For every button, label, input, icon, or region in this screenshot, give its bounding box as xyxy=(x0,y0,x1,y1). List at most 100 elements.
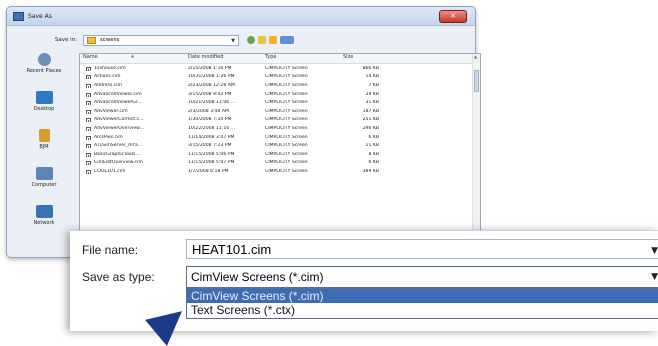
back-icon[interactable] xyxy=(247,36,255,44)
save-as-type-dropdown: CimView Screens (*.cim) Text Screens (*.… xyxy=(186,288,658,319)
column-date-modified[interactable]: Date modified xyxy=(185,54,262,63)
computer-icon xyxy=(35,167,53,180)
file-size: 296 KB xyxy=(362,125,379,131)
place-bjm[interactable]: BJM xyxy=(15,129,73,161)
file-name: Address.cim xyxy=(80,83,185,88)
file-row[interactable]: CimEditOverview.cim 11/15/2008 5:07 PM CIM… xyxy=(80,159,480,168)
file-date: 3/15/2008 7:23 PM xyxy=(188,143,232,149)
recent-places-icon xyxy=(37,53,51,66)
chevron-down-icon[interactable]: ▼ xyxy=(649,272,658,282)
file-name-text: 1sxhouse.cim xyxy=(94,65,126,71)
views-menu-icon[interactable] xyxy=(280,36,294,44)
file-row[interactable]: AdvancedViewerGr... 10/21/2008 11:06 ... C… xyxy=(80,98,480,107)
file-date: 11/15/2008 5:07 PM xyxy=(188,160,235,166)
file-type: CIMPLICITY Screen xyxy=(265,91,308,97)
up-folder-icon[interactable] xyxy=(258,36,266,44)
cim-file-icon xyxy=(86,66,91,71)
new-folder-icon[interactable] xyxy=(269,36,277,44)
file-type: CIMPLICITY Screen xyxy=(265,65,308,71)
file-row[interactable]: Address.cim 2/23/2008 12:28 AM CIMPLICITY … xyxy=(80,81,480,90)
file-type: CIMPLICITY Screen xyxy=(265,168,308,174)
places-bar: Recent Places Desktop BJM Computer Netwo… xyxy=(15,53,73,253)
file-row[interactable]: AdvViewerOverview... 10/22/2008 11:16 ...… xyxy=(80,124,480,133)
file-type: CIMPLICITY Screen xyxy=(265,151,308,157)
file-name-text: ArcsPies.cim xyxy=(94,134,123,140)
desktop-icon xyxy=(35,91,53,104)
file-list[interactable]: Name ▲ Date modified Type Size 1sxhouse.… xyxy=(79,53,481,259)
save-as-type-select[interactable]: CimView Screens (*.cim) xyxy=(186,266,658,288)
sort-ascending-icon: ▲ xyxy=(131,53,135,58)
file-size: 6 KB xyxy=(368,134,379,140)
file-type: CIMPLICITY Screen xyxy=(265,108,308,114)
save-as-dialog: Save As ✕ Save in: screens ▼ Recent Plac… xyxy=(6,6,481,259)
file-name-input[interactable]: HEAT101.cim xyxy=(186,239,658,259)
file-name: ArcsPies.cim xyxy=(80,135,185,140)
file-size: 11 KB xyxy=(365,143,379,149)
file-row[interactable]: AdvViewer.cim 2/3/2008 3:48 AM CIMPLICITY … xyxy=(80,107,480,116)
file-type: CIMPLICITY Screen xyxy=(265,82,308,88)
file-date: 1/30/2008 7:34 PM xyxy=(188,117,232,123)
dropdown-option-cimview[interactable]: CimView Screens (*.cim) xyxy=(187,289,658,303)
place-computer[interactable]: Computer xyxy=(15,167,73,199)
column-type[interactable]: Type xyxy=(262,54,340,63)
file-name-text: AdvViewer.cim xyxy=(94,108,128,114)
file-row[interactable]: 1sxhouse.cim 2/15/2008 1:16 PM CIMPLICITY … xyxy=(80,64,480,73)
scroll-thumb[interactable] xyxy=(474,70,479,92)
file-size: 8 KB xyxy=(368,151,379,157)
file-name: CimEditOverview.cim xyxy=(80,160,185,166)
file-row[interactable]: BasicGraphicTools.... 11/15/2008 5:06 PM C… xyxy=(80,150,480,159)
place-label: Computer xyxy=(31,182,57,188)
file-type: CIMPLICITY Screen xyxy=(265,134,308,140)
cim-file-icon xyxy=(86,169,91,174)
file-date: 10/22/2008 11:16 ... xyxy=(188,125,236,131)
chevron-down-icon[interactable]: ▼ xyxy=(649,246,658,256)
dropdown-option-text[interactable]: Text Screens (*.ctx) xyxy=(187,303,658,317)
file-name: COOL101.cim xyxy=(80,169,185,174)
file-name: 1sxhouse.cim xyxy=(80,66,185,71)
file-row[interactable]: AdvancedViewer.cim 3/15/2008 9:02 PM CIMPL… xyxy=(80,90,480,99)
place-desktop[interactable]: Desktop xyxy=(15,91,73,123)
cim-file-icon xyxy=(86,161,91,166)
file-date: 2/3/2008 3:48 AM xyxy=(188,108,229,114)
file-name-text: AdvancedViewerGr... xyxy=(94,100,142,106)
save-as-type-label: Save as type: xyxy=(82,270,155,284)
file-size: 187 KB xyxy=(362,108,379,114)
column-size[interactable]: Size xyxy=(340,54,382,63)
column-headers: Name ▲ Date modified Type Size xyxy=(80,54,480,64)
file-rows: 1sxhouse.cim 2/15/2008 1:16 PM CIMPLICITY … xyxy=(80,64,480,176)
file-name-text: BasicGraphicTools.... xyxy=(94,151,142,157)
file-name-text: ATLSimServer_Arra... xyxy=(94,143,143,149)
window-title: Save As xyxy=(28,12,52,20)
file-size: 6 KB xyxy=(368,160,379,166)
user-folder-icon xyxy=(38,129,50,142)
scroll-up-icon[interactable]: ▲ xyxy=(474,54,477,59)
close-button[interactable]: ✕ xyxy=(439,10,467,23)
title-bar[interactable]: Save As ✕ xyxy=(7,7,475,26)
file-date: 2/15/2008 1:16 PM xyxy=(188,65,232,71)
file-row[interactable]: Actions.cim 10/31/2008 1:26 PM CIMPLICITY … xyxy=(80,73,480,82)
file-row[interactable]: ATLSimServer_Arra... 3/15/2008 7:23 PM CIM… xyxy=(80,141,480,150)
vertical-scrollbar[interactable]: ▲ xyxy=(472,54,480,258)
file-date: 10/21/2008 11:06 ... xyxy=(188,100,236,106)
cim-file-icon xyxy=(86,126,91,131)
file-date: 1/7/2008 6:18 PM xyxy=(188,168,229,174)
file-name: Actions.cim xyxy=(80,74,185,80)
chevron-down-icon[interactable]: ▼ xyxy=(231,38,235,44)
place-network[interactable]: Network xyxy=(15,205,73,237)
file-size: 866 KB xyxy=(362,65,379,71)
file-row[interactable]: AdvViewerCorrect.c... 1/30/2008 7:34 PM CI… xyxy=(80,116,480,125)
file-size: 251 KB xyxy=(362,117,379,123)
file-date: 10/31/2008 1:26 PM xyxy=(188,74,235,80)
file-type: CIMPLICITY Screen xyxy=(265,117,308,123)
file-size: 7 KB xyxy=(368,82,379,88)
save-in-row: Save in: screens ▼ xyxy=(13,33,469,47)
file-size: 389 KB xyxy=(362,168,379,174)
file-row[interactable]: COOL101.cim 1/7/2008 6:18 PM CIMPLICITY Sc… xyxy=(80,167,480,176)
save-in-combo[interactable]: screens ▼ xyxy=(83,34,239,46)
save-in-folder: screens xyxy=(100,37,120,43)
network-icon xyxy=(35,205,53,218)
file-type: CIMPLICITY Screen xyxy=(265,125,308,131)
file-row[interactable]: ArcsPies.cim 11/14/2008 3:47 PM CIMPLICITY… xyxy=(80,133,480,142)
cim-file-icon xyxy=(86,83,91,88)
place-recent-places[interactable]: Recent Places xyxy=(15,53,73,85)
